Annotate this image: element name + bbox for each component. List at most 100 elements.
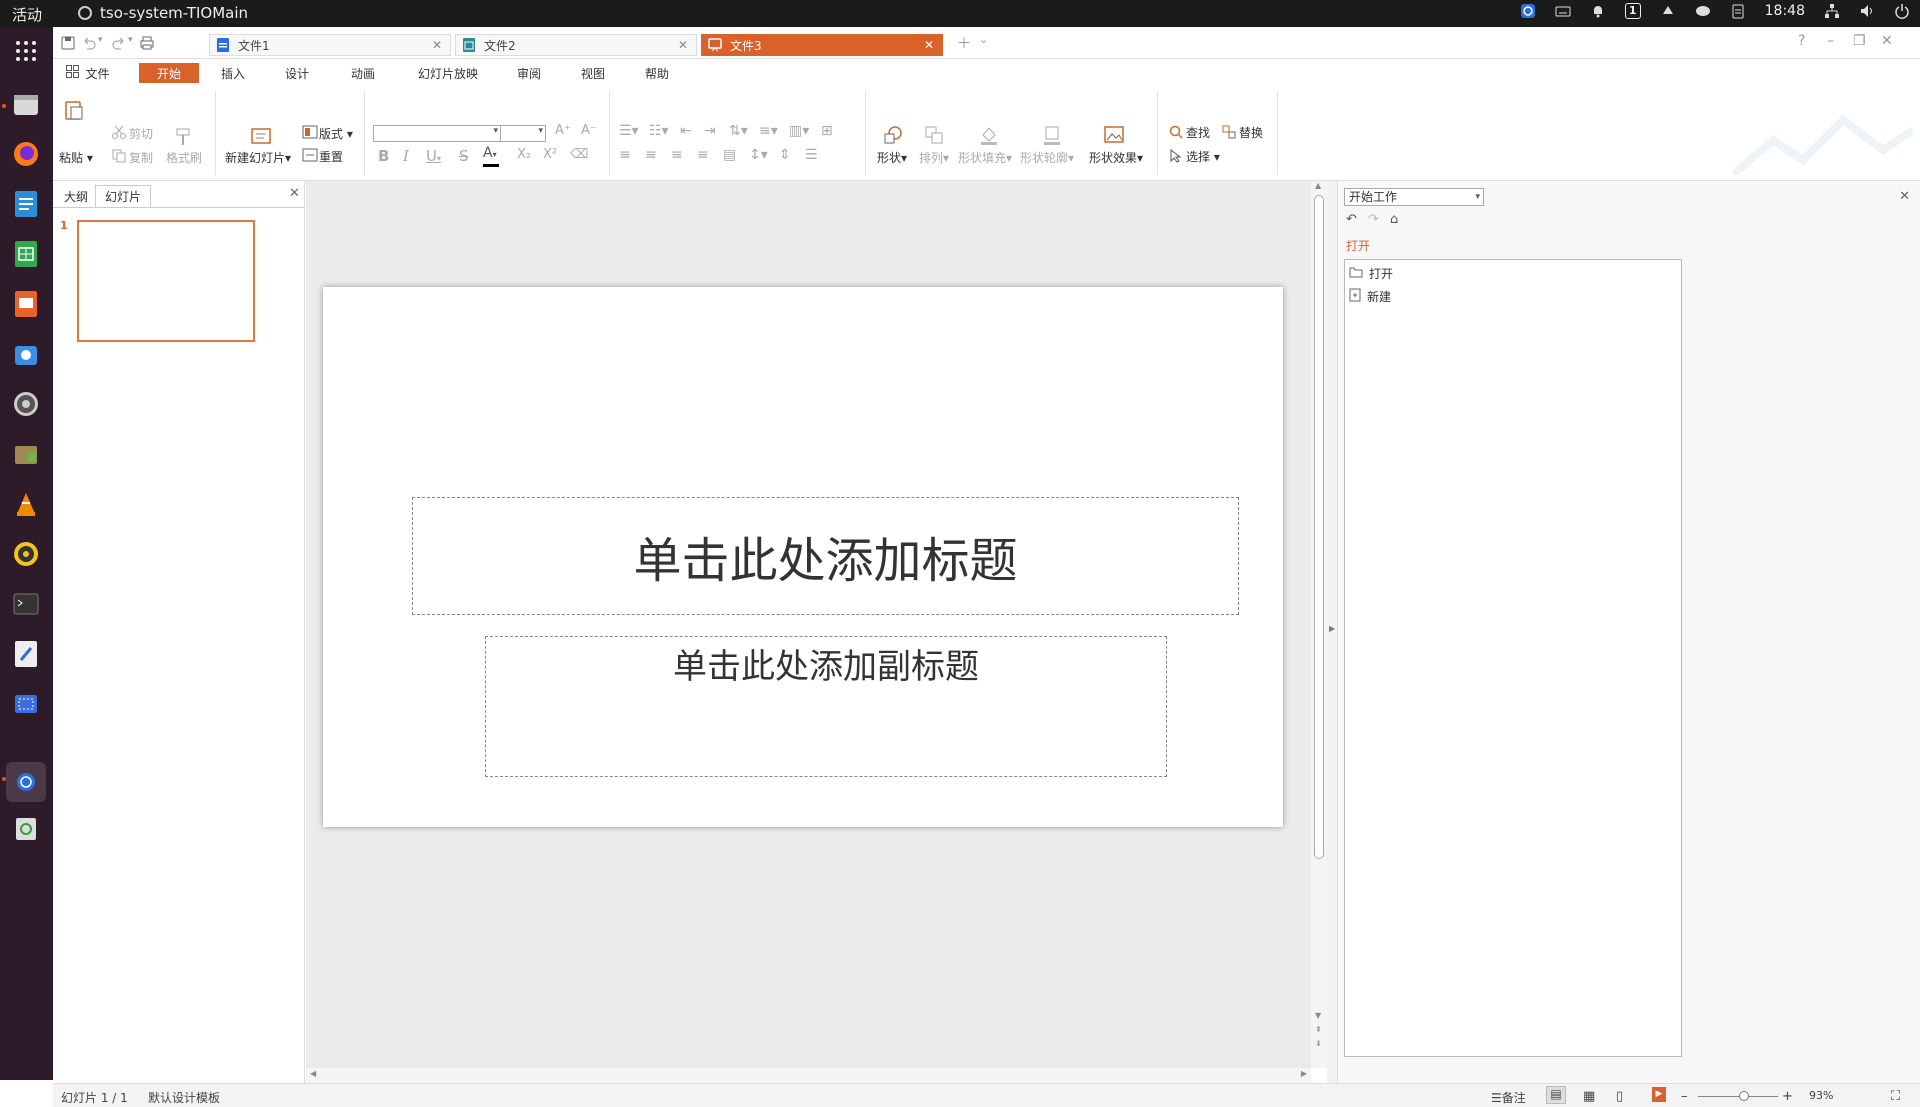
print-icon[interactable] xyxy=(139,35,155,51)
increase-indent-icon[interactable]: ⇥ xyxy=(704,123,716,139)
open-item[interactable]: 打开 xyxy=(1349,265,1393,282)
notes-button[interactable]: ☰备注 xyxy=(1491,1089,1526,1106)
show-apps-icon[interactable] xyxy=(10,35,42,67)
app-menu[interactable]: tso-system-TIOMain xyxy=(78,4,248,22)
menu-slideshow[interactable]: 幻灯片放映 xyxy=(403,63,493,83)
slide-canvas[interactable]: 单击此处添加标题 单击此处添加副标题 xyxy=(306,181,1311,1068)
network-icon[interactable] xyxy=(1824,3,1840,19)
decrease-indent-icon[interactable]: ⇤ xyxy=(680,123,692,139)
scrollbar-thumb[interactable] xyxy=(1314,195,1324,859)
writer-app-icon[interactable] xyxy=(10,188,42,220)
back-icon[interactable]: ↶ xyxy=(1346,212,1357,227)
align-right-icon[interactable]: ≡ xyxy=(671,147,683,163)
close-task-pane-icon[interactable]: ✕ xyxy=(1899,189,1910,204)
numbered-list-icon[interactable]: ☷▾ xyxy=(649,123,669,139)
power-icon[interactable] xyxy=(1894,3,1910,19)
slide-sorter-icon[interactable]: ▦ xyxy=(1583,1089,1595,1104)
text-editor-icon[interactable] xyxy=(10,638,42,670)
new-tab-icon[interactable]: ＋ xyxy=(957,33,971,53)
next-slide-icon[interactable]: ⇟ xyxy=(1315,1039,1322,1048)
app-indicator-icon[interactable] xyxy=(1520,3,1536,19)
title-placeholder[interactable]: 单击此处添加标题 xyxy=(412,497,1239,615)
play-slideshow-icon[interactable]: ▶ xyxy=(1652,1087,1666,1102)
bold-icon[interactable]: B xyxy=(378,147,389,165)
reading-view-icon[interactable]: ▯ xyxy=(1616,1089,1623,1104)
files-app-icon[interactable] xyxy=(10,89,42,121)
close-tab-icon[interactable]: ✕ xyxy=(432,38,442,52)
align-left-icon[interactable]: ≡ xyxy=(619,147,631,163)
terminal-icon[interactable] xyxy=(10,588,42,620)
scroll-left-icon[interactable]: ◀ xyxy=(310,1069,316,1078)
select-button[interactable]: 选择 ▾ xyxy=(1186,148,1220,165)
undo-icon[interactable] xyxy=(81,35,97,51)
smartart-icon[interactable]: ⊞ xyxy=(821,123,833,139)
slide[interactable]: 单击此处添加标题 单击此处添加副标题 xyxy=(323,287,1283,827)
forward-icon[interactable]: ↷ xyxy=(1368,212,1379,227)
new-slide-button[interactable]: 新建幻灯片▾ xyxy=(225,149,291,166)
help-icon[interactable]: ? xyxy=(1798,33,1805,49)
line-spacing-icon[interactable]: ↕▾ xyxy=(749,147,768,163)
keyboard-icon[interactable] xyxy=(1555,3,1571,19)
pane-splitter[interactable]: ▶ xyxy=(1327,181,1337,1083)
vlc-icon[interactable] xyxy=(10,488,42,520)
arrange-button[interactable]: 排列▾ xyxy=(919,149,949,166)
scroll-right-icon[interactable]: ▶ xyxy=(1301,1069,1307,1078)
file-menu[interactable]: 文件 xyxy=(63,63,113,83)
zoom-level[interactable]: 93% xyxy=(1809,1089,1833,1102)
zoom-slider-track[interactable] xyxy=(1698,1096,1778,1097)
menu-animation[interactable]: 动画 xyxy=(331,63,395,83)
menu-help[interactable]: 帮助 xyxy=(627,63,687,83)
volume-icon[interactable] xyxy=(1859,3,1875,19)
subscript-icon[interactable]: X₂ xyxy=(517,147,531,162)
italic-icon[interactable]: I xyxy=(403,147,409,165)
tab-outline[interactable]: 大纲 xyxy=(59,185,93,207)
notification-bell-icon[interactable] xyxy=(1590,3,1606,19)
paste-icon[interactable] xyxy=(63,99,85,121)
menu-review[interactable]: 审阅 xyxy=(499,63,559,83)
trash-icon[interactable] xyxy=(10,812,42,844)
shape-outline-button[interactable]: 形状轮廓▾ xyxy=(1020,149,1074,166)
strikethrough-icon[interactable]: S xyxy=(459,147,469,165)
home-icon[interactable]: ⌂ xyxy=(1390,212,1398,227)
increase-font-icon[interactable]: A⁺ xyxy=(555,123,571,138)
underline-icon[interactable]: U▾ xyxy=(426,147,441,165)
tab-document-2[interactable]: 文件2 ✕ xyxy=(455,34,697,56)
menu-design[interactable]: 设计 xyxy=(267,63,327,83)
clipboard-icon[interactable] xyxy=(1730,3,1746,19)
normal-view-icon[interactable]: ▤ xyxy=(1546,1086,1566,1104)
shape-fill-button[interactable]: 形状填充▾ xyxy=(958,149,1012,166)
save-icon[interactable] xyxy=(60,35,76,51)
menu-home[interactable]: 开始 xyxy=(139,63,199,83)
align-text-icon[interactable]: ≡▾ xyxy=(759,123,778,139)
bullet-list-icon[interactable]: ☰▾ xyxy=(619,123,639,139)
horizontal-scrollbar[interactable]: ◀ ▶ xyxy=(306,1068,1311,1083)
firefox-icon[interactable] xyxy=(10,138,42,170)
shape-button[interactable]: 形状▾ xyxy=(877,149,907,166)
justify-icon[interactable]: ≡ xyxy=(697,147,709,163)
tab-document-1[interactable]: 文件1 ✕ xyxy=(209,34,451,56)
scroll-down-icon[interactable]: ▼ xyxy=(1315,1011,1321,1020)
cut-button[interactable]: 剪切 xyxy=(129,125,153,142)
activities-button[interactable]: 活动 xyxy=(12,4,42,25)
shape-effect-button[interactable]: 形状效果▾ xyxy=(1089,149,1143,166)
zoom-out-icon[interactable]: – xyxy=(1681,1089,1688,1104)
columns-icon[interactable]: ▥▾ xyxy=(789,123,809,139)
redo-icon[interactable] xyxy=(111,35,127,51)
close-tab-icon[interactable]: ✕ xyxy=(678,38,688,52)
paragraph-spacing-icon[interactable]: ⇕ xyxy=(779,147,791,163)
reset-button[interactable]: 重置 xyxy=(319,148,343,165)
workspace-indicator[interactable]: 1 xyxy=(1624,3,1641,19)
font-color-icon[interactable]: A▾ xyxy=(483,145,497,161)
archive-manager-icon[interactable] xyxy=(10,438,42,470)
paragraph-settings-icon[interactable]: ☰ xyxy=(805,147,818,163)
align-center-icon[interactable]: ≡ xyxy=(645,147,657,163)
task-pane-dropdown[interactable]: 开始工作 xyxy=(1344,188,1484,206)
vertical-scrollbar[interactable]: ▲ ▼ ⇞ ⇟ xyxy=(1311,181,1327,1068)
undo-dropdown-icon[interactable]: ▾ xyxy=(98,35,108,51)
close-window-icon[interactable]: ✕ xyxy=(1881,33,1893,49)
fit-to-window-icon[interactable]: ⛶ xyxy=(1891,1089,1900,1104)
zoom-slider-thumb[interactable] xyxy=(1739,1091,1749,1101)
menu-view[interactable]: 视图 xyxy=(563,63,623,83)
screenshot-icon[interactable] xyxy=(10,688,42,720)
text-direction-icon[interactable]: ⇅▾ xyxy=(729,123,748,139)
